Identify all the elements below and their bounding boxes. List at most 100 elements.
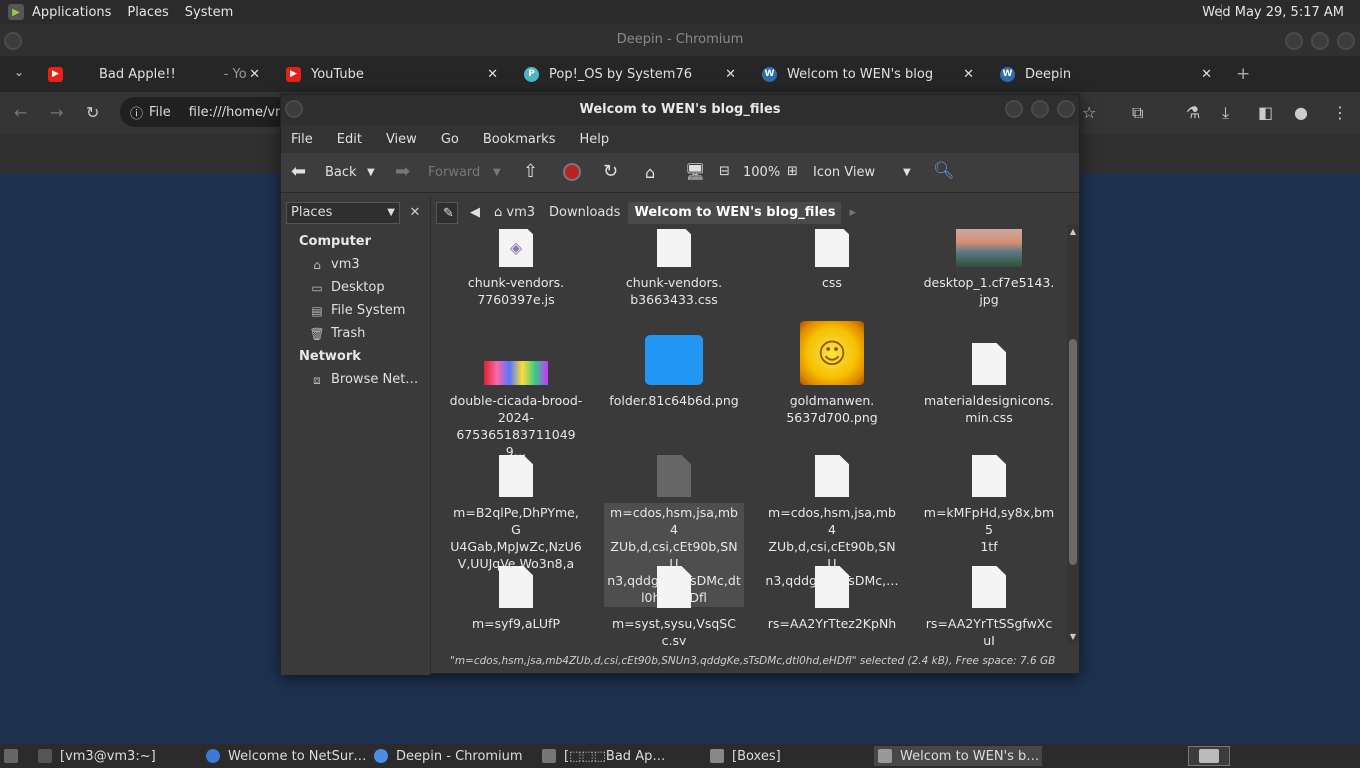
close-side-pane-icon[interactable]: ✕: [404, 202, 426, 224]
labs-flask-icon[interactable]: ⚗: [1186, 103, 1200, 122]
sidebar-item-file-system[interactable]: ▤ File System: [309, 303, 405, 318]
menu-go[interactable]: Go: [441, 132, 459, 147]
places-select[interactable]: Places ▼: [286, 202, 400, 224]
file-item[interactable]: css: [762, 229, 902, 292]
file-item[interactable]: double-cicada-brood- 2024- 6753651837110…: [446, 321, 586, 461]
edit-location-icon[interactable]: ✎: [436, 202, 458, 224]
file-item[interactable]: desktop_1.cf7e5143. jpg: [919, 229, 1059, 309]
forward-button[interactable]: Forward: [428, 165, 480, 180]
view-mode-dropdown-icon[interactable]: ▼: [903, 167, 911, 178]
scrollbar-thumb[interactable]: [1069, 339, 1077, 565]
new-tab-icon[interactable]: +: [1236, 64, 1250, 84]
address-bar[interactable]: ⓘ File file:///home/vm: [120, 97, 290, 127]
sun-image-thumbnail: ☺: [800, 321, 864, 385]
path-crumb-downloads[interactable]: Downloads: [543, 202, 626, 224]
task-boxes[interactable]: [Boxes]: [710, 746, 781, 766]
file-item[interactable]: folder.81c64b6d.png: [604, 321, 744, 410]
file-item[interactable]: rs=AA2YrTtez2KpNh_ EZFdCw5utHWv2hhV: [762, 566, 902, 645]
file-item[interactable]: m=syf9,aLUfP: [446, 566, 586, 633]
task-wens-blog-files[interactable]: Welcom to WEN's b…: [874, 746, 1042, 766]
menu-help[interactable]: Help: [579, 132, 609, 147]
task-chromium[interactable]: Deepin - Chromium: [374, 746, 523, 766]
file-item[interactable]: rs=AA2YrTtSSgfwXcuJ QaY227SqFENIJRc8eA: [919, 566, 1059, 645]
close-button[interactable]: [1337, 32, 1355, 50]
view-mode-select[interactable]: Icon View: [813, 165, 875, 180]
minimize-button[interactable]: [1005, 100, 1023, 118]
close-button[interactable]: [1057, 100, 1075, 118]
path-forward-chevron-icon[interactable]: ▸: [843, 202, 862, 224]
sidebar-item-trash[interactable]: 🗑︎ Trash: [309, 326, 365, 341]
extensions-icon[interactable]: ⧉: [1132, 103, 1143, 123]
info-icon[interactable]: ⓘ: [130, 103, 143, 122]
maximize-button[interactable]: [1311, 32, 1329, 50]
back-history-dropdown-icon[interactable]: ▼: [367, 167, 375, 178]
menu-kebab-icon[interactable]: ⋮: [1332, 103, 1348, 122]
back-button[interactable]: Back: [325, 165, 357, 180]
zoom-out-icon[interactable]: ⊟: [719, 164, 730, 179]
stop-icon[interactable]: [563, 163, 581, 181]
workspace-switcher[interactable]: [1188, 746, 1230, 766]
minimize-button[interactable]: [1285, 32, 1303, 50]
sidebar-item-browse-network[interactable]: ⧈ Browse Net…: [309, 372, 418, 387]
file-item[interactable]: m=kMFpHd,sy8x,bm5 1tf: [919, 455, 1059, 556]
back-arrow-icon[interactable]: ⬅: [291, 161, 306, 182]
task-netsurf[interactable]: Welcome to NetSur…: [206, 746, 366, 766]
profile-icon[interactable]: ●: [1294, 103, 1308, 122]
download-icon[interactable]: ⤓: [1222, 103, 1229, 123]
close-tab-icon[interactable]: ✕: [725, 67, 736, 82]
back-arrow-icon[interactable]: ←: [14, 103, 27, 122]
tab-wens-blog[interactable]: W Welcom to WEN's blog ✕: [762, 56, 982, 92]
sidebar-item-vm3[interactable]: ⌂ vm3: [309, 257, 359, 272]
forward-history-dropdown-icon[interactable]: ▼: [493, 167, 501, 178]
menu-edit[interactable]: Edit: [337, 132, 362, 147]
computer-icon[interactable]: 🖥: [685, 162, 705, 181]
reload-icon[interactable]: ↻: [603, 161, 618, 182]
up-folder-icon[interactable]: ⇧: [523, 161, 538, 182]
applications-menu[interactable]: Applications: [24, 5, 119, 20]
menu-file[interactable]: File: [291, 132, 313, 147]
window-menu-icon[interactable]: [285, 100, 303, 118]
places-menu[interactable]: Places: [119, 5, 176, 20]
file-item[interactable]: materialdesignicons. min.css: [919, 321, 1059, 427]
menu-bookmarks[interactable]: Bookmarks: [483, 132, 556, 147]
path-crumb-vm3[interactable]: ⌂ vm3: [488, 202, 541, 224]
zoom-in-icon[interactable]: ⊞: [787, 164, 798, 179]
clock[interactable]: Wed May 29, 5:17 AM: [1202, 5, 1344, 20]
side-panel-icon[interactable]: ◧: [1258, 103, 1273, 122]
chromium-window-title: Deepin - Chromium: [616, 32, 744, 47]
applications-icon[interactable]: ▶: [8, 4, 24, 20]
vertical-scrollbar[interactable]: ▲ ▼: [1067, 225, 1079, 643]
search-icon[interactable]: 🔍︎: [933, 161, 955, 181]
tab-youtube[interactable]: ▶ YouTube ✕: [286, 56, 506, 92]
window-menu-icon[interactable]: [4, 32, 22, 50]
system-menu[interactable]: System: [177, 5, 241, 20]
home-folder-icon[interactable]: ⌂: [645, 163, 655, 182]
forward-arrow-icon[interactable]: →: [50, 103, 63, 122]
text-file-icon: [815, 566, 849, 608]
scroll-up-arrow-icon[interactable]: ▲: [1067, 227, 1079, 236]
close-tab-icon[interactable]: ✕: [1201, 67, 1212, 82]
reload-icon[interactable]: ↻: [86, 103, 99, 122]
scroll-down-arrow-icon[interactable]: ▼: [1067, 632, 1079, 641]
bookmark-star-icon[interactable]: ☆: [1082, 103, 1096, 122]
menu-view[interactable]: View: [386, 132, 417, 147]
close-tab-icon[interactable]: ✕: [963, 67, 974, 82]
tab-bad-apple[interactable]: ▶ Bad Apple!! - Yo ✕: [48, 56, 268, 92]
close-tab-icon[interactable]: ✕: [249, 67, 260, 82]
path-back-chevron-icon[interactable]: ◀: [464, 202, 486, 224]
close-tab-icon[interactable]: ✕: [487, 67, 498, 82]
sidebar-item-desktop[interactable]: ▭ Desktop: [309, 280, 384, 295]
task-terminal[interactable]: [vm3@vm3:~]: [38, 746, 156, 766]
path-crumb-current[interactable]: Welcom to WEN's blog_files: [628, 202, 842, 224]
maximize-button[interactable]: [1031, 100, 1049, 118]
tab-search-icon[interactable]: ⌄: [14, 65, 24, 79]
file-item[interactable]: chunk-vendors. b3663433.css: [604, 229, 744, 309]
task-file-manager-bad-apple[interactable]: [⬚⬚⬚Bad Ap…: [542, 746, 665, 766]
show-desktop-icon[interactable]: [4, 746, 18, 766]
file-item[interactable]: ◈ chunk-vendors. 7760397e.js: [446, 229, 586, 309]
forward-arrow-icon[interactable]: ➡: [395, 161, 410, 182]
tab-popos[interactable]: P Pop!_OS by System76 ✕: [524, 56, 744, 92]
tab-deepin[interactable]: W Deepin ✕: [1000, 56, 1220, 92]
file-item[interactable]: ☺ goldmanwen. 5637d700.png: [762, 321, 902, 427]
file-item[interactable]: m=syst,sysu,VsqSCc,sy 1c8,P10Owf,sypl,sy…: [604, 566, 744, 645]
